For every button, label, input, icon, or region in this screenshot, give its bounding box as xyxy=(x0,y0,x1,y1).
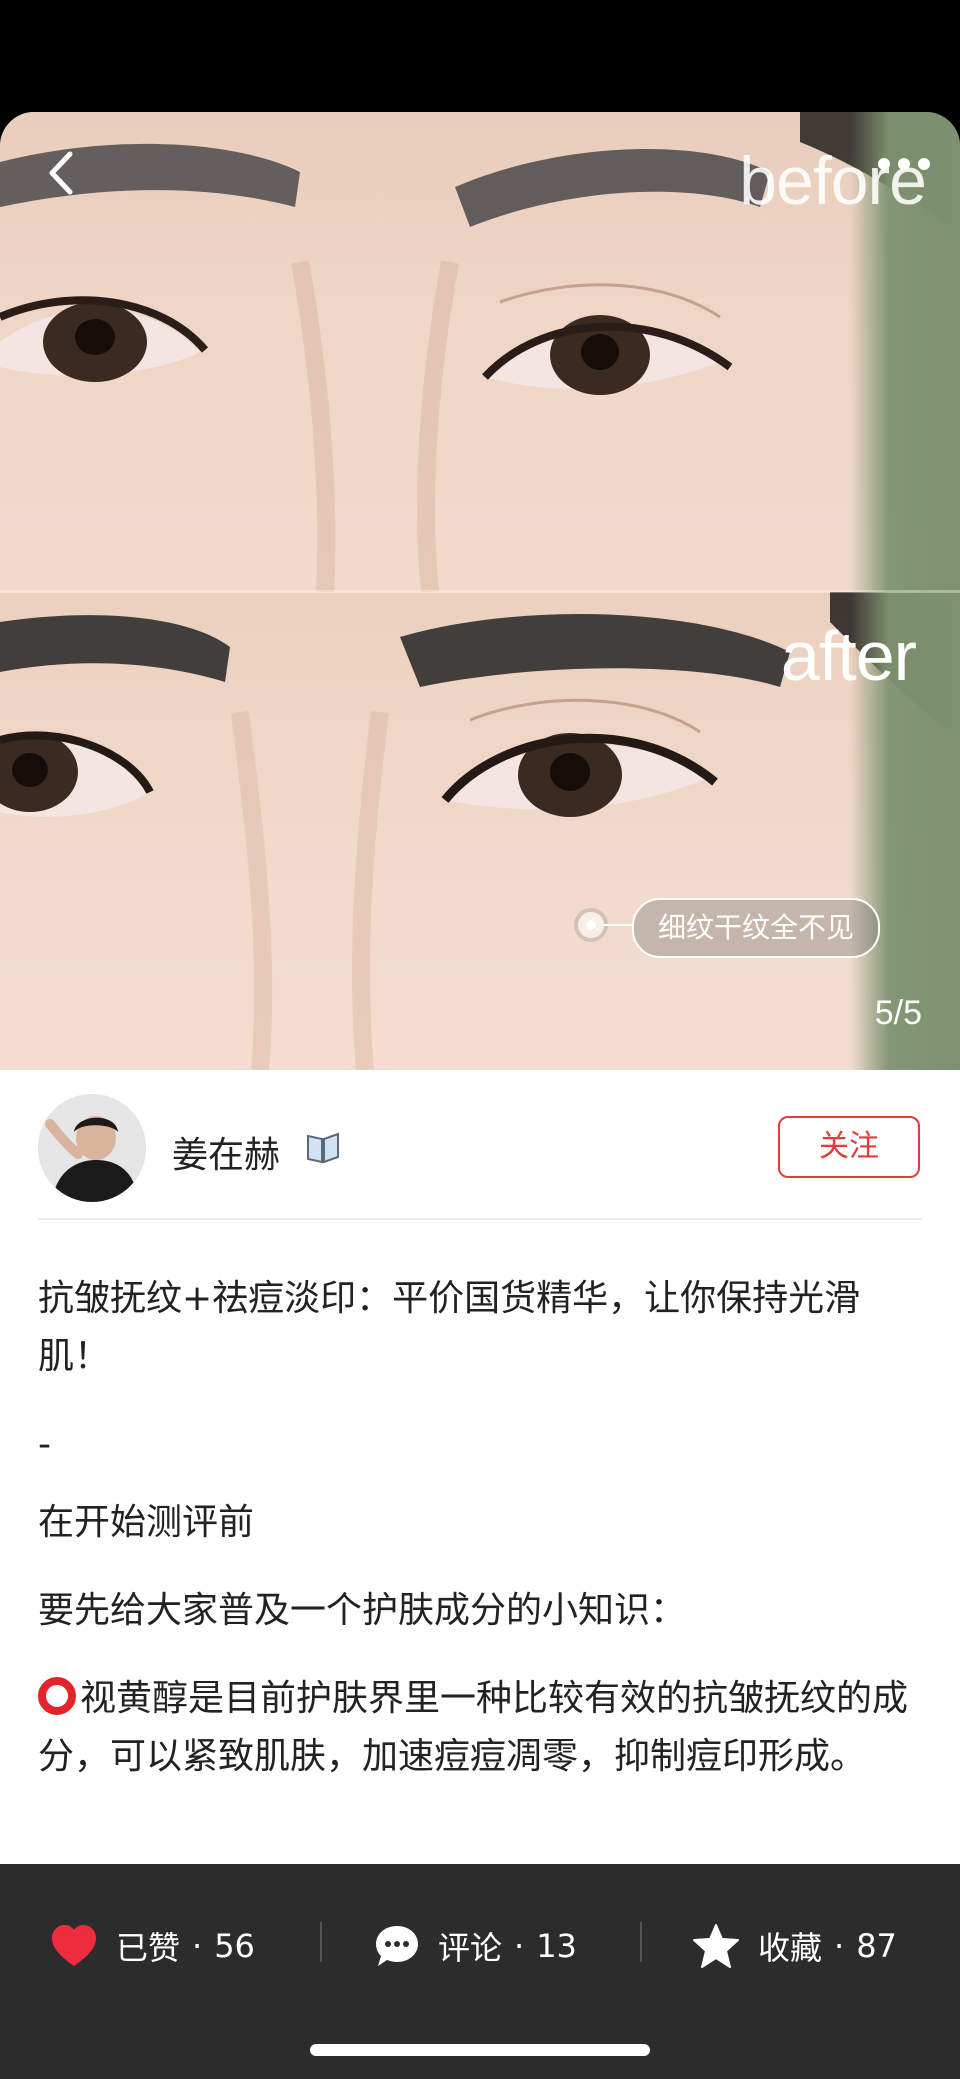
phone-screen: before after 细纹干纹全不见 5/5 姜在赫 关注 抗皱抚纹+祛痘淡… xyxy=(0,0,960,2079)
comment-icon xyxy=(376,1926,418,1966)
bar-divider xyxy=(320,1922,322,1962)
more-options-icon[interactable] xyxy=(878,158,930,170)
post-paragraph: 要先给大家普及一个护肤成分的小知识： xyxy=(38,1590,687,1631)
post-content: 姜在赫 关注 抗皱抚纹+祛痘淡印：平价国货精华，让你保持光滑肌！ - 在开始测评… xyxy=(0,1070,960,1864)
photo-divider xyxy=(0,590,960,593)
author-name[interactable]: 姜在赫 xyxy=(172,1126,280,1178)
comment-count: 13 xyxy=(536,1927,577,1965)
star-icon xyxy=(693,1924,739,1968)
after-label: after xyxy=(780,617,917,695)
heart-icon xyxy=(52,1925,96,1966)
post-paragraph-with-emoji: 视黄醇是目前护肤界里一种比较有效的抗皱抚纹的成分，可以紧致肌肤，加速痘痘凋零，抑… xyxy=(38,1670,922,1786)
comment-label: 评论 xyxy=(438,1929,503,1967)
post-body: 抗皱抚纹+祛痘淡印：平价国货精华，让你保持光滑肌！ - 在开始测评前 要先给大家… xyxy=(38,1270,922,1816)
book-icon xyxy=(304,1128,342,1166)
avatar[interactable] xyxy=(38,1094,146,1202)
comment-button[interactable]: 评论 · 13 xyxy=(374,1916,577,1976)
red-circle-icon xyxy=(38,1677,76,1715)
favorite-label: 收藏 xyxy=(758,1929,823,1967)
author-row: 姜在赫 关注 xyxy=(0,1070,960,1218)
before-label: before xyxy=(739,143,927,219)
follow-button[interactable]: 关注 xyxy=(778,1116,920,1178)
page-indicator: 5/5 xyxy=(874,994,922,1032)
dot-separator: · xyxy=(514,1927,525,1965)
dot-separator: · xyxy=(834,1927,845,1965)
favorite-count: 87 xyxy=(856,1927,897,1965)
like-label: 已赞 xyxy=(116,1929,181,1967)
home-indicator[interactable] xyxy=(310,2044,650,2056)
like-count: 56 xyxy=(214,1927,255,1965)
post-title: 抗皱抚纹+祛痘淡印：平价国货精华，让你保持光滑肌！ xyxy=(38,1278,861,1377)
favorite-button[interactable]: 收藏 · 87 xyxy=(692,1916,897,1976)
dot-separator: · xyxy=(192,1927,203,1965)
like-button[interactable]: 已赞 · 56 xyxy=(50,1916,255,1976)
post-paragraph: 在开始测评前 xyxy=(38,1502,255,1543)
tag-connector xyxy=(604,924,634,926)
bar-divider xyxy=(640,1922,642,1962)
post-paragraph-text: 视黄醇是目前护肤界里一种比较有效的抗皱抚纹的成分，可以紧致肌肤，加速痘痘凋零，抑… xyxy=(38,1678,909,1777)
back-icon[interactable] xyxy=(38,148,88,198)
separator-text: - xyxy=(38,1424,51,1465)
image-tag[interactable]: 细纹干纹全不见 xyxy=(632,898,881,958)
divider xyxy=(38,1218,922,1220)
action-bar: 已赞 · 56 评论 · 13 收藏 · 87 xyxy=(0,1864,960,2079)
tag-anchor-dot[interactable] xyxy=(578,912,604,938)
